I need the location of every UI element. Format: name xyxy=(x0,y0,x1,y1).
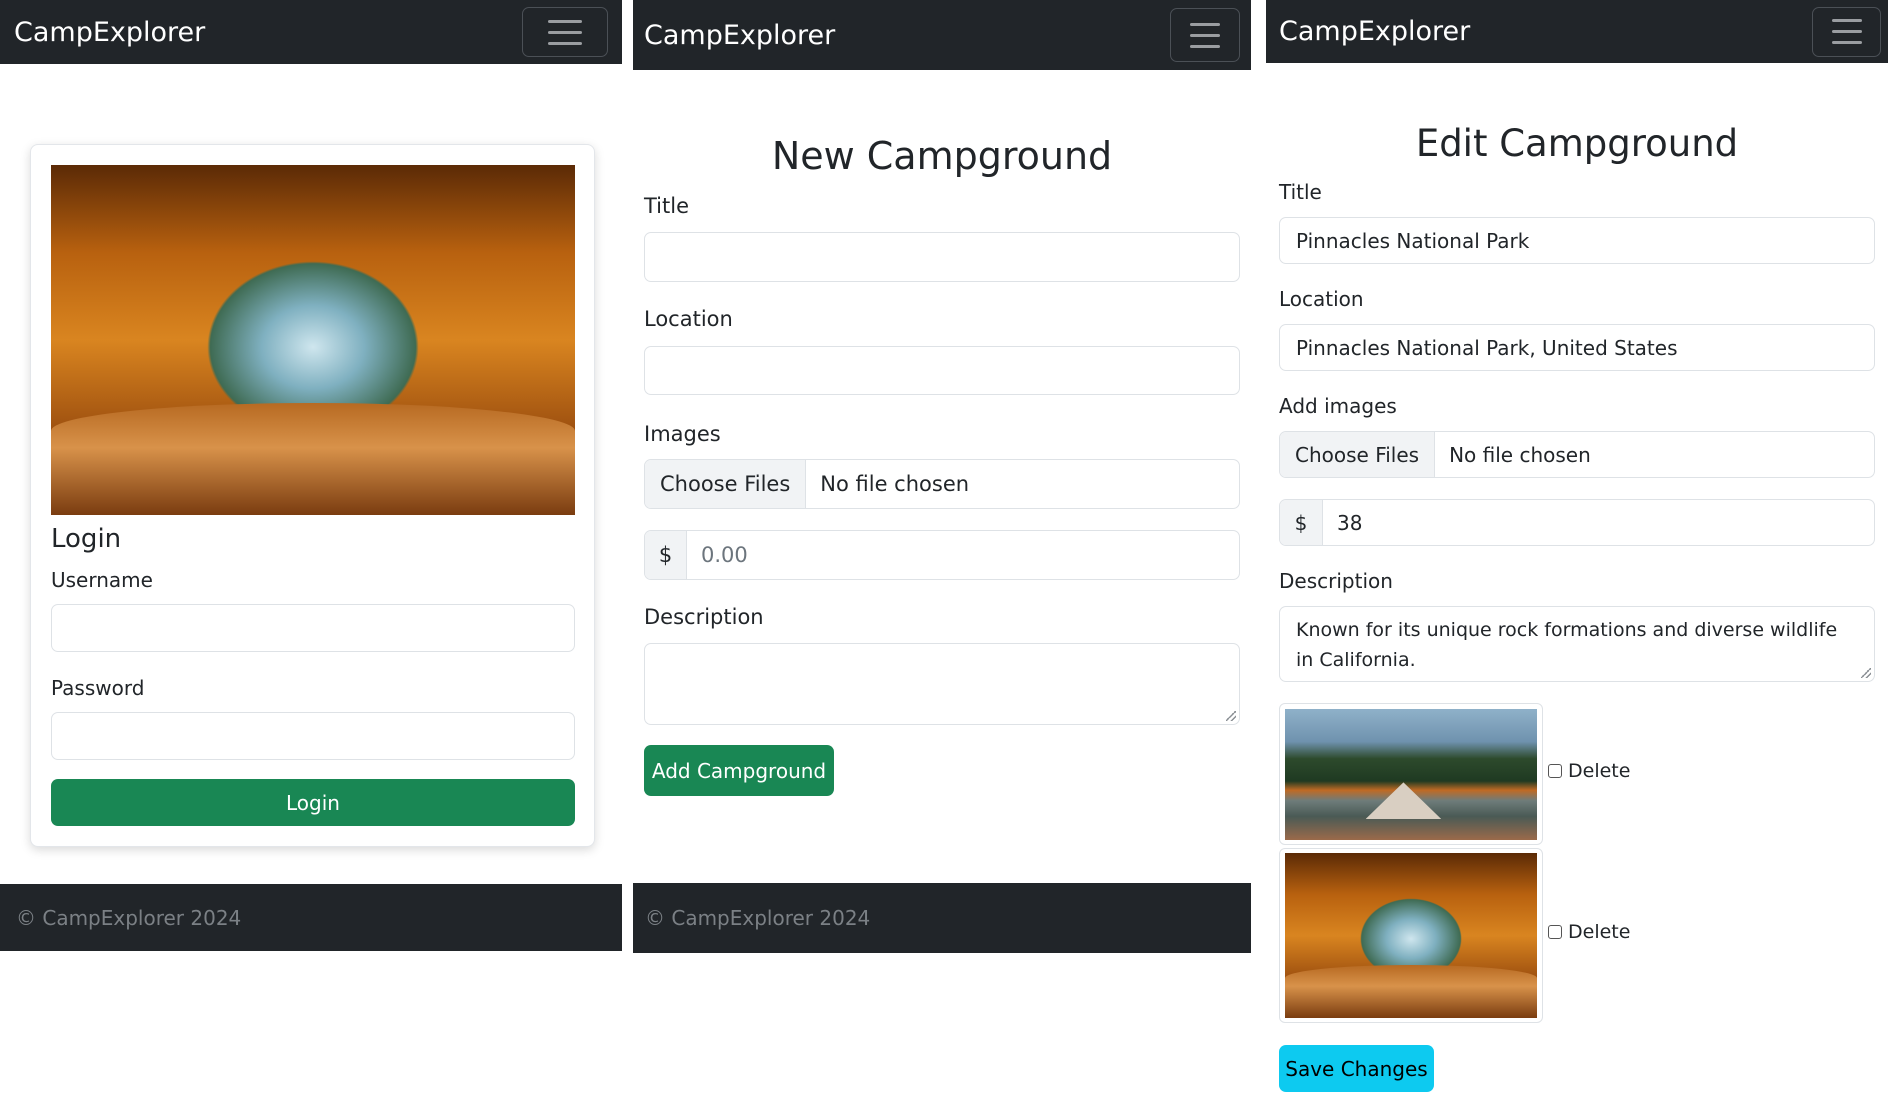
footer: © CampExplorer 2024 xyxy=(633,883,1251,953)
hamburger-icon xyxy=(1831,30,1862,33)
file-status: No file chosen xyxy=(820,472,970,496)
delete-checkbox[interactable] xyxy=(1548,925,1562,939)
brand-link[interactable]: CampExplorer xyxy=(644,20,835,51)
footer: © CampExplorer 2024 xyxy=(0,884,622,951)
image-file-input[interactable]: Choose Files No file chosen xyxy=(644,459,1240,509)
campground-image xyxy=(1285,709,1537,840)
choose-files-button[interactable]: Choose Files xyxy=(1280,432,1436,477)
choose-files-button[interactable]: Choose Files xyxy=(645,460,807,508)
price-input[interactable]: 0.00 xyxy=(687,531,1239,579)
location-label: Location xyxy=(644,307,733,331)
username-label: Username xyxy=(51,568,153,592)
tent-floor xyxy=(1285,965,1537,1018)
location-input[interactable]: Pinnacles National Park, United States xyxy=(1279,324,1875,371)
delete-label: Delete xyxy=(1568,760,1631,782)
footer-text: © CampExplorer 2024 xyxy=(16,905,242,930)
hamburger-icon xyxy=(548,41,582,45)
username-input[interactable] xyxy=(51,604,575,652)
password-input[interactable] xyxy=(51,712,575,760)
add-campground-button[interactable]: Add Campground xyxy=(644,745,834,796)
title-label: Title xyxy=(644,194,690,218)
hamburger-icon xyxy=(1190,44,1220,48)
price-input-group: $ 38 xyxy=(1279,499,1875,546)
resize-handle[interactable] xyxy=(1861,668,1871,678)
file-status: No file chosen xyxy=(1449,442,1591,467)
hamburger-icon xyxy=(1831,19,1862,22)
hamburger-icon xyxy=(1190,33,1220,37)
footer-text: © CampExplorer 2024 xyxy=(645,906,871,930)
save-changes-button[interactable]: Save Changes xyxy=(1279,1045,1434,1092)
hamburger-icon xyxy=(1831,41,1862,44)
price-input-group: $ 0.00 xyxy=(644,530,1240,580)
card-image xyxy=(51,165,575,515)
title-input[interactable] xyxy=(644,232,1240,282)
tent-floor xyxy=(51,403,575,515)
menu-toggle-button[interactable] xyxy=(1812,6,1881,57)
images-label: Images xyxy=(644,422,721,446)
resize-handle[interactable] xyxy=(1226,711,1236,721)
brand-link[interactable]: CampExplorer xyxy=(1279,16,1470,47)
description-textarea[interactable] xyxy=(644,643,1240,725)
description-text: Known for its unique rock formations and… xyxy=(1296,619,1838,671)
login-heading: Login xyxy=(51,524,122,554)
page-title: New Campground xyxy=(771,134,1113,178)
price-input[interactable]: 38 xyxy=(1323,500,1874,545)
page-title: Edit Campground xyxy=(1415,122,1739,165)
brand-link[interactable]: CampExplorer xyxy=(14,17,205,48)
hamburger-icon xyxy=(548,19,582,23)
login-button[interactable]: Login xyxy=(51,779,575,826)
description-label: Description xyxy=(1279,569,1393,593)
currency-addon: $ xyxy=(1280,500,1323,545)
delete-label: Delete xyxy=(1568,921,1631,943)
hamburger-icon xyxy=(548,30,582,34)
title-label: Title xyxy=(1279,180,1322,204)
tent-shape xyxy=(1365,782,1442,820)
password-label: Password xyxy=(51,676,145,700)
navbar: CampExplorer xyxy=(633,0,1251,70)
hamburger-icon xyxy=(1190,22,1220,26)
add-images-label: Add images xyxy=(1279,394,1397,418)
currency-addon: $ xyxy=(645,531,687,579)
description-label: Description xyxy=(644,605,764,629)
navbar: CampExplorer xyxy=(1266,0,1888,63)
title-input[interactable]: Pinnacles National Park xyxy=(1279,217,1875,264)
description-textarea[interactable]: Known for its unique rock formations and… xyxy=(1279,606,1875,682)
location-label: Location xyxy=(1279,287,1364,311)
campground-image xyxy=(1285,853,1537,1018)
location-input[interactable] xyxy=(644,346,1240,395)
delete-checkbox[interactable] xyxy=(1548,764,1562,778)
image-file-input[interactable]: Choose Files No file chosen xyxy=(1279,431,1875,478)
menu-toggle-button[interactable] xyxy=(522,7,608,57)
navbar: CampExplorer xyxy=(0,0,622,64)
menu-toggle-button[interactable] xyxy=(1170,8,1240,62)
